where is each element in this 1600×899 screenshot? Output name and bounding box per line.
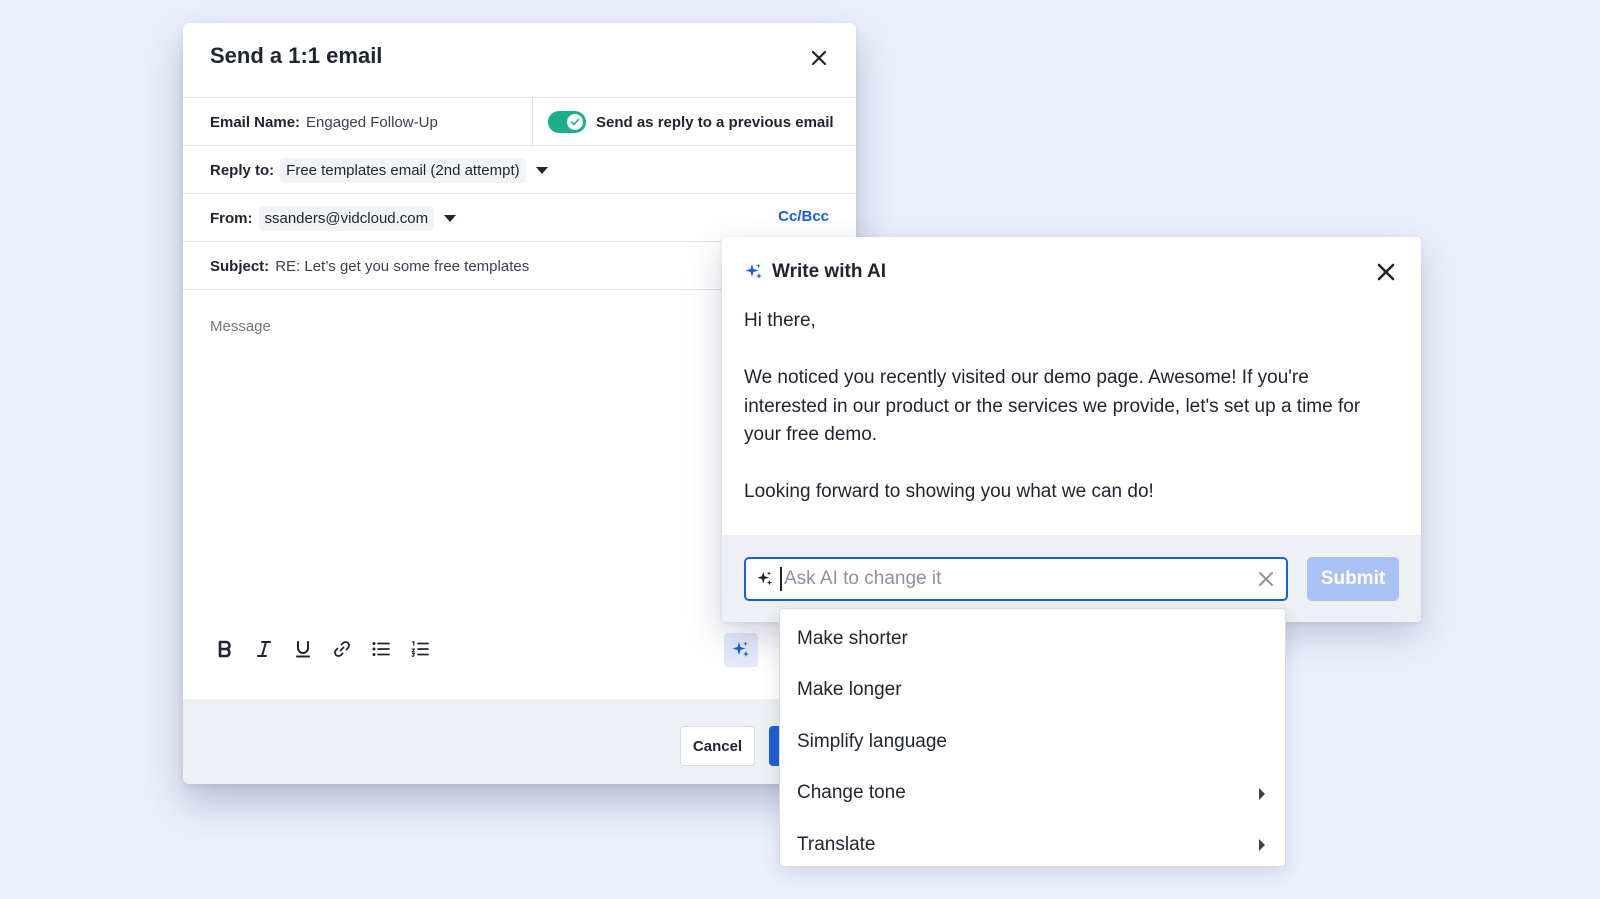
- ai-prompt-field[interactable]: [744, 557, 1288, 601]
- reply-toggle-group: Send as reply to a previous email: [533, 98, 856, 146]
- ai-paragraph: Hi there,: [744, 310, 816, 331]
- cancel-button[interactable]: Cancel: [680, 726, 755, 766]
- menu-item-label: Make longer: [797, 679, 902, 701]
- toggle-knob: [567, 114, 583, 130]
- write-with-ai-panel: Write with AI Hi there, We noticed you r…: [722, 237, 1421, 622]
- reply-toggle-label: Send as reply to a previous email: [596, 113, 834, 131]
- email-name-value[interactable]: Engaged Follow-Up: [306, 114, 438, 131]
- underline-button[interactable]: [291, 637, 315, 661]
- italic-icon: [257, 641, 271, 657]
- close-dialog-button[interactable]: [806, 45, 832, 71]
- underline-icon: [296, 641, 310, 658]
- close-icon: [1259, 572, 1273, 586]
- bullet-list-button[interactable]: [369, 637, 393, 661]
- email-name-row: Email Name: Engaged Follow-Up Send as re…: [183, 98, 856, 146]
- formatting-toolbar: [213, 635, 432, 663]
- email-name-label: Email Name:: [210, 113, 301, 131]
- menu-item-label: Make shorter: [797, 627, 908, 649]
- menu-item-label: Change tone: [797, 782, 906, 804]
- ai-generated-text: Hi there, We noticed you recently visite…: [744, 307, 1394, 507]
- italic-button[interactable]: [252, 637, 276, 661]
- clear-input-button[interactable]: [1256, 569, 1276, 589]
- subject-label: Subject:: [210, 257, 270, 275]
- close-icon: [1377, 263, 1395, 281]
- ai-suggestions-menu: Make shorter Make longer Simplify langua…: [779, 608, 1286, 867]
- dialog-title: Send a 1:1 email: [210, 43, 383, 68]
- close-ai-panel-button[interactable]: [1375, 261, 1397, 283]
- reply-to-label: Reply to:: [210, 161, 275, 179]
- sparkle-icon: [757, 571, 773, 586]
- menu-item-translate[interactable]: Translate: [780, 819, 1285, 871]
- chevron-down-icon[interactable]: [535, 166, 548, 174]
- from-row: From: ssanders@vidcloud.com Cc/Bcc: [183, 194, 856, 242]
- chevron-right-icon: [1259, 787, 1265, 800]
- menu-item-change-tone[interactable]: Change tone: [780, 768, 1285, 820]
- submit-button[interactable]: Submit: [1307, 557, 1399, 601]
- close-icon: [811, 50, 827, 66]
- ai-panel-header: Write with AI: [744, 261, 886, 283]
- ai-panel-title: Write with AI: [772, 261, 886, 282]
- reply-to-select[interactable]: Free templates email (2nd attempt): [280, 157, 526, 183]
- sparkle-icon: [745, 263, 762, 279]
- message-input[interactable]: [210, 318, 690, 618]
- numbered-list-button[interactable]: [408, 637, 432, 661]
- check-icon: [570, 118, 580, 126]
- email-name-field: Email Name: Engaged Follow-Up: [183, 98, 533, 146]
- menu-item-make-longer[interactable]: Make longer: [780, 665, 1285, 717]
- numbered-list-icon: [411, 641, 429, 657]
- link-button[interactable]: [330, 637, 354, 661]
- menu-item-label: Simplify language: [797, 730, 947, 752]
- menu-item-make-shorter[interactable]: Make shorter: [780, 613, 1285, 665]
- sparkle-icon: [732, 641, 749, 657]
- cc-bcc-link[interactable]: Cc/Bcc: [778, 208, 829, 225]
- bullet-list-icon: [372, 642, 390, 656]
- ai-paragraph: Looking forward to showing you what we c…: [744, 481, 1154, 502]
- link-icon: [334, 641, 350, 657]
- ai-prompt-input[interactable]: [780, 567, 1220, 591]
- from-select[interactable]: ssanders@vidcloud.com: [258, 205, 435, 231]
- ai-paragraph: We noticed you recently visited our demo…: [744, 367, 1361, 445]
- menu-item-simplify-language[interactable]: Simplify language: [780, 716, 1285, 768]
- from-label: From:: [210, 209, 253, 227]
- menu-item-label: Translate: [797, 833, 876, 855]
- bold-button[interactable]: [213, 637, 237, 661]
- bold-icon: [218, 640, 231, 658]
- chevron-down-icon[interactable]: [444, 214, 457, 222]
- dialog-footer: Cancel: [183, 699, 856, 784]
- subject-value[interactable]: RE: Let’s get you some free templates: [275, 258, 529, 275]
- send-as-reply-toggle[interactable]: [548, 111, 586, 133]
- chevron-right-icon: [1259, 839, 1265, 851]
- reply-to-row: Reply to: Free templates email (2nd atte…: [183, 146, 856, 194]
- write-with-ai-button[interactable]: [724, 633, 758, 667]
- dialog-header: Send a 1:1 email: [183, 23, 856, 98]
